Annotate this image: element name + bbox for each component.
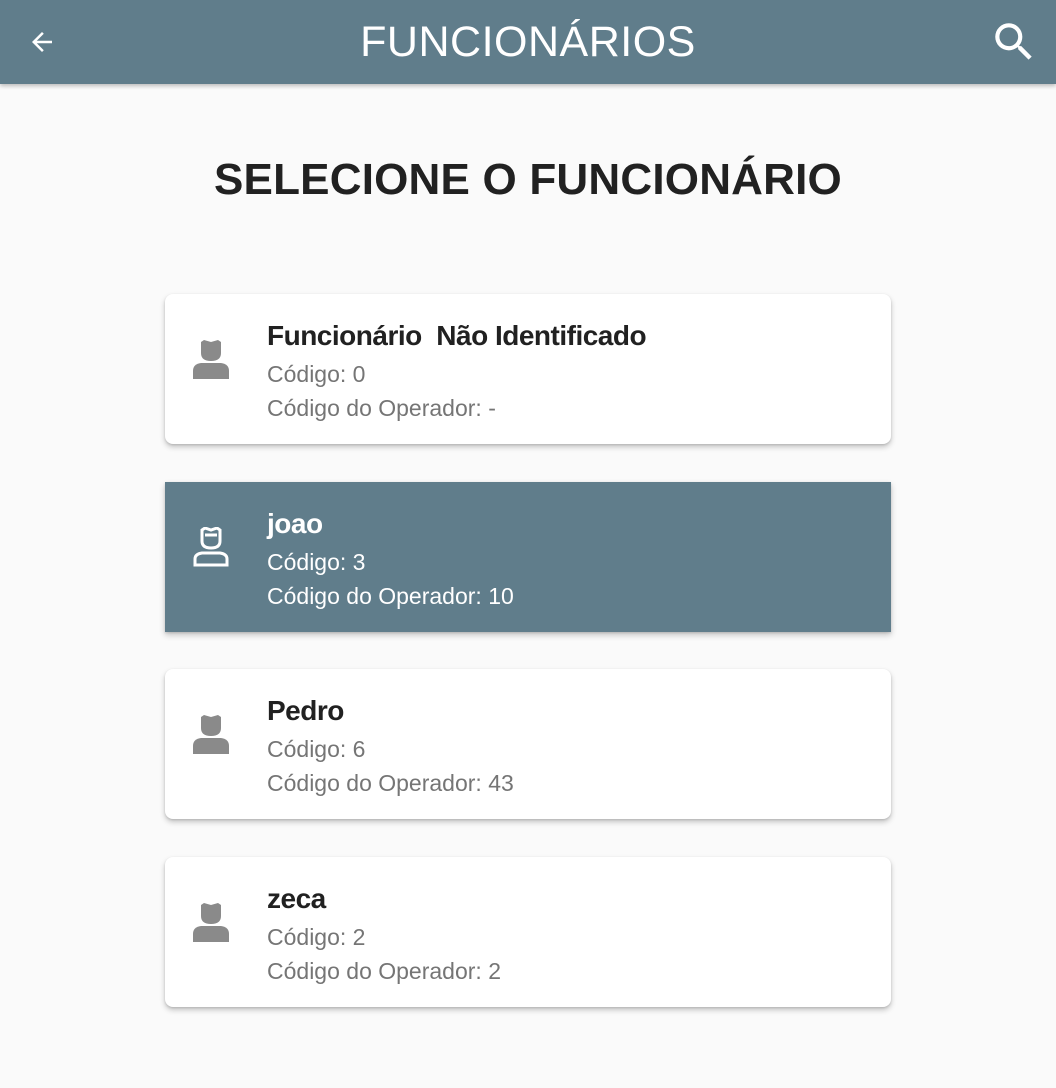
employee-card[interactable]: Pedro Código: 6 Código do Operador: 43: [165, 669, 891, 819]
employee-code: Código: 3: [267, 548, 366, 575]
employee-operator-code: Código do Operador: -: [267, 395, 496, 421]
search-button[interactable]: [988, 16, 1040, 68]
employee-list: Funcionário Não Identificado Código: 0 C…: [165, 294, 891, 1044]
employee-name: Pedro: [267, 695, 344, 726]
employee-code: Código: 2: [267, 923, 366, 950]
app-bar: FUNCIONÁRIOS: [0, 0, 1056, 84]
employee-operator-code: Código do Operador: 2: [267, 957, 501, 984]
section-heading: SELECIONE O FUNCIONÁRIO: [214, 155, 842, 204]
arrow-back-icon: [32, 32, 52, 52]
employee-card-selected[interactable]: joao Código: 3 Código do Operador: 10: [165, 481, 891, 632]
employee-name: Funcionário Não Identificado: [267, 320, 647, 351]
employee-operator-code: Código do Operador: 43: [267, 770, 514, 796]
person-icon: [193, 715, 229, 754]
back-button[interactable]: [22, 22, 62, 62]
employee-name: zeca: [267, 882, 326, 914]
person-icon: [193, 340, 229, 379]
search-icon: [995, 23, 1032, 60]
employee-code: Código: 6: [267, 736, 366, 762]
employee-card[interactable]: Funcionário Não Identificado Código: 0 C…: [165, 294, 891, 444]
employee-card[interactable]: zeca Código: 2 Código do Operador: 2: [165, 856, 891, 1007]
employee-operator-code: Código do Operador: 10: [267, 582, 514, 609]
employee-code: Código: 0: [267, 361, 366, 387]
person-outline-icon: [193, 526, 229, 566]
page-title: FUNCIONÁRIOS: [360, 17, 696, 66]
employee-name: joao: [267, 507, 323, 539]
person-icon: [193, 902, 229, 942]
